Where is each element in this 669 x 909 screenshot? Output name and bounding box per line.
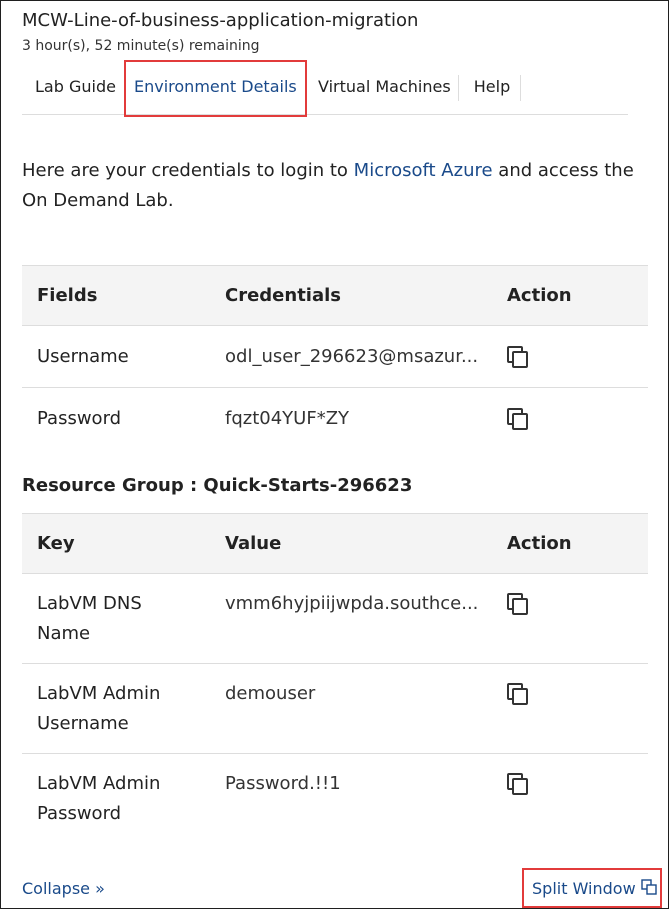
- column-header: Action: [492, 265, 648, 326]
- copy-icon[interactable]: [507, 408, 529, 430]
- split-window-highlight: [522, 868, 662, 908]
- credential-value: fqzt04YUF*ZY: [225, 408, 350, 429]
- resource-value: vmm6hyjpiijwpda.southce...: [225, 593, 479, 614]
- copy-icon[interactable]: [507, 773, 529, 795]
- field-label: Password: [37, 408, 122, 429]
- column-header: Action: [492, 513, 648, 574]
- lab-title: MCW-Line-of-business-application-migrati…: [22, 10, 419, 31]
- resource-value: demouser: [225, 683, 316, 704]
- resource-table: Key Value Action LabVM DNS Name vmm6hyjp…: [22, 513, 648, 843]
- key-label: LabVM DNS Name: [37, 593, 142, 644]
- resource-group-label: Resource Group : Quick-Starts-296623: [22, 475, 413, 496]
- table-row: LabVM DNS Name vmm6hyjpiijwpda.southce..…: [22, 574, 648, 664]
- column-header: Credentials: [210, 265, 492, 326]
- action-cell: [492, 664, 648, 754]
- table-row: LabVM Admin Password Password.!!1: [22, 754, 648, 844]
- key-label: LabVM Admin Password: [37, 773, 161, 824]
- field-label: Username: [37, 346, 129, 367]
- tab-divider: [520, 75, 521, 101]
- action-cell: [492, 326, 648, 388]
- table-header-row: Fields Credentials Action: [22, 265, 648, 326]
- action-cell: [492, 388, 648, 450]
- column-header: Value: [210, 513, 492, 574]
- microsoft-azure-link[interactable]: Microsoft Azure: [354, 160, 493, 181]
- copy-icon[interactable]: [507, 683, 529, 705]
- collapse-link[interactable]: Collapse »: [22, 879, 105, 898]
- intro-text: Here are your credentials to login to Mi…: [22, 156, 642, 216]
- intro-text-before: Here are your credentials to login to: [22, 160, 354, 181]
- table-row: Password fqzt04YUF*ZY: [22, 388, 648, 450]
- action-cell: [492, 754, 648, 844]
- tab-lab-guide[interactable]: Lab Guide: [35, 71, 116, 103]
- time-remaining: 3 hour(s), 52 minute(s) remaining: [22, 38, 260, 54]
- environment-details-panel: MCW-Line-of-business-application-migrati…: [0, 0, 669, 909]
- credential-value: odl_user_296623@msazur...: [225, 346, 479, 367]
- table-row: LabVM Admin Username demouser: [22, 664, 648, 754]
- column-header: Fields: [22, 265, 210, 326]
- key-label: LabVM Admin Username: [37, 683, 161, 734]
- credentials-table: Fields Credentials Action Username odl_u…: [22, 265, 648, 449]
- tab-bar: Lab Guide Environment Details Virtual Ma…: [22, 71, 628, 115]
- tab-virtual-machines[interactable]: Virtual Machines: [318, 71, 451, 103]
- resource-value: Password.!!1: [225, 773, 341, 794]
- table-row: Username odl_user_296623@msazur...: [22, 326, 648, 388]
- active-tab-highlight: [124, 60, 307, 117]
- copy-icon[interactable]: [507, 346, 529, 368]
- table-header-row: Key Value Action: [22, 513, 648, 574]
- tab-divider: [458, 75, 459, 101]
- column-header: Key: [22, 513, 210, 574]
- copy-icon[interactable]: [507, 593, 529, 615]
- action-cell: [492, 574, 648, 664]
- tab-help[interactable]: Help: [470, 71, 514, 103]
